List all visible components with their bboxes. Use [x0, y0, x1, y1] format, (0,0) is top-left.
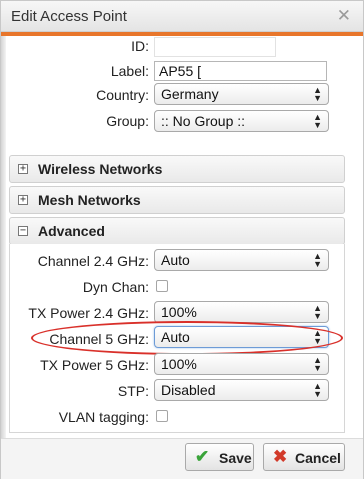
vlan-tagging-checkbox[interactable] [156, 410, 168, 422]
id-field [154, 37, 276, 57]
country-value: Germany [161, 86, 219, 102]
dialog-titlebar: Edit Access Point ✕ [1, 1, 363, 32]
country-select[interactable]: Germany ▲ ▼ [154, 83, 329, 105]
stp-value: Disabled [161, 382, 216, 398]
updown-arrows-icon: ▲ ▼ [313, 328, 322, 346]
save-button-label: Save [219, 450, 252, 466]
stp-label: STP: [117, 383, 149, 399]
tx-power-5-label: TX Power 5 GHz: [40, 357, 149, 373]
channel-5-select[interactable]: Auto ▲ ▼ [154, 326, 329, 348]
updown-arrows-icon: ▲ ▼ [313, 251, 322, 269]
updown-arrows-icon: ▲ ▼ [313, 303, 322, 321]
updown-arrows-icon: ▲ ▼ [313, 112, 322, 130]
cancel-button-label: Cancel [295, 450, 341, 466]
dialog-title: Edit Access Point [11, 8, 127, 25]
channel-24-select[interactable]: Auto ▲ ▼ [154, 249, 329, 271]
save-button[interactable]: ✔ Save [185, 443, 254, 471]
updown-arrows-icon: ▲ ▼ [313, 85, 322, 103]
panel-title: Mesh Networks [38, 192, 141, 208]
updown-arrows-icon: ▲ ▼ [313, 381, 322, 399]
tx-power-5-select[interactable]: 100% ▲ ▼ [154, 353, 329, 375]
group-value: :: No Group :: [161, 113, 246, 129]
updown-arrows-icon: ▲ ▼ [313, 355, 322, 373]
panel-mesh-networks[interactable]: + Mesh Networks [9, 186, 345, 214]
tx-power-24-label: TX Power 2.4 GHz: [28, 305, 149, 321]
stp-select[interactable]: Disabled ▲ ▼ [154, 379, 329, 401]
panel-title: Wireless Networks [38, 161, 163, 177]
tx-power-24-value: 100% [161, 304, 197, 320]
group-label: Group: [106, 113, 149, 129]
channel-24-label: Channel 2.4 GHz: [37, 253, 149, 269]
tx-power-5-value: 100% [161, 356, 197, 372]
panel-title: Advanced [38, 223, 105, 239]
vlan-tagging-label: VLAN tagging: [58, 409, 149, 425]
group-select[interactable]: :: No Group :: ▲ ▼ [154, 110, 329, 132]
expand-icon: + [18, 163, 28, 174]
channel-5-value: Auto [161, 329, 190, 345]
cancel-button[interactable]: ✖ Cancel [263, 443, 345, 471]
collapse-icon: − [18, 225, 28, 236]
panel-advanced[interactable]: − Advanced [9, 217, 345, 245]
channel-24-value: Auto [161, 252, 190, 268]
cross-icon: ✖ [273, 447, 288, 466]
expand-icon: + [18, 194, 28, 205]
left-edge-shadow [1, 36, 6, 441]
close-icon[interactable]: ✕ [337, 6, 351, 26]
edit-access-point-dialog: Edit Access Point ✕ ID: Label: AP55 [ Co… [0, 0, 364, 479]
id-label: ID: [131, 38, 149, 54]
checkmark-icon: ✔ [195, 447, 210, 466]
panel-wireless-networks[interactable]: + Wireless Networks [9, 155, 345, 183]
channel-5-label: Channel 5 GHz: [49, 331, 149, 347]
dyn-chan-checkbox[interactable] [156, 280, 168, 292]
accent-bar [1, 32, 363, 36]
label-input[interactable]: AP55 [ [154, 61, 327, 81]
label-label: Label: [110, 63, 149, 79]
dialog-footer: ✔ Save ✖ Cancel [1, 438, 363, 479]
country-label: Country: [96, 87, 149, 103]
dyn-chan-label: Dyn Chan: [82, 279, 149, 295]
tx-power-24-select[interactable]: 100% ▲ ▼ [154, 301, 329, 323]
